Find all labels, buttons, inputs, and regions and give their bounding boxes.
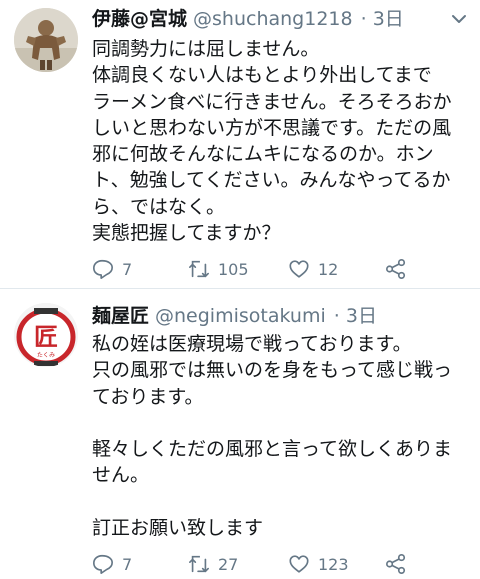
avatar[interactable] [14, 8, 78, 72]
tweet[interactable]: 伊藤@宮城 @shuchang1218 · 3日 同調勢力には屈しません。 体調良… [0, 0, 480, 288]
user-handle[interactable]: @shuchang1218 [193, 8, 353, 30]
tweet-text: 同調勢力には屈しません。 体調良くない人はもとより外出してまで ラーメン食べに行… [92, 38, 452, 245]
retweet-count: 105 [218, 259, 249, 279]
retweet-button[interactable]: 105 [188, 257, 249, 281]
heart-icon [289, 555, 309, 573]
reply-button[interactable]: 7 [92, 552, 132, 576]
share-button[interactable] [385, 257, 415, 281]
tweet-actions: 7 27 123 [92, 552, 422, 576]
heart-icon [289, 260, 309, 278]
chevron-down-icon[interactable] [450, 10, 468, 28]
reply-icon [93, 259, 113, 279]
display-name[interactable]: 麺屋匠 [92, 305, 149, 327]
reply-button[interactable]: 7 [92, 257, 132, 281]
tweet-actions: 7 105 12 [92, 257, 422, 281]
retweet-icon [189, 555, 209, 573]
reply-count: 7 [122, 259, 133, 279]
share-icon [386, 259, 406, 279]
like-count: 12 [318, 259, 339, 279]
tweet-text: 私の姪は医療現場で戦っております。 只の風邪では無いのを身をもって感じ戦っ てお… [92, 333, 453, 540]
like-button[interactable]: 12 [288, 257, 338, 281]
tweet-header: 麺屋匠 @negimisotakumi · 3日 [92, 303, 377, 329]
timestamp[interactable]: · 3日 [334, 305, 377, 327]
reply-count: 7 [122, 554, 133, 574]
tweet[interactable]: 匠 たくみ 麺屋匠 @negimisotakumi · 3日 私の姪は医療現場で戦… [0, 289, 480, 579]
share-button[interactable] [385, 552, 415, 576]
display-name[interactable]: 伊藤@宮城 [92, 8, 187, 30]
avatar[interactable]: 匠 たくみ [14, 303, 78, 367]
like-count: 123 [318, 554, 349, 574]
user-handle[interactable]: @negimisotakumi [155, 305, 326, 327]
tweet-header: 伊藤@宮城 @shuchang1218 · 3日 [92, 6, 404, 32]
person-photo-icon [14, 8, 78, 72]
reply-icon [93, 554, 113, 574]
like-button[interactable]: 123 [288, 552, 349, 576]
avatar-kanji: 匠 [34, 322, 58, 351]
timestamp[interactable]: · 3日 [361, 8, 404, 30]
retweet-icon [189, 260, 209, 278]
avatar-kana: たくみ [37, 352, 55, 359]
lantern-logo-icon: 匠 たくみ [14, 303, 78, 367]
retweet-button[interactable]: 27 [188, 552, 238, 576]
retweet-count: 27 [218, 554, 239, 574]
share-icon [386, 554, 406, 574]
